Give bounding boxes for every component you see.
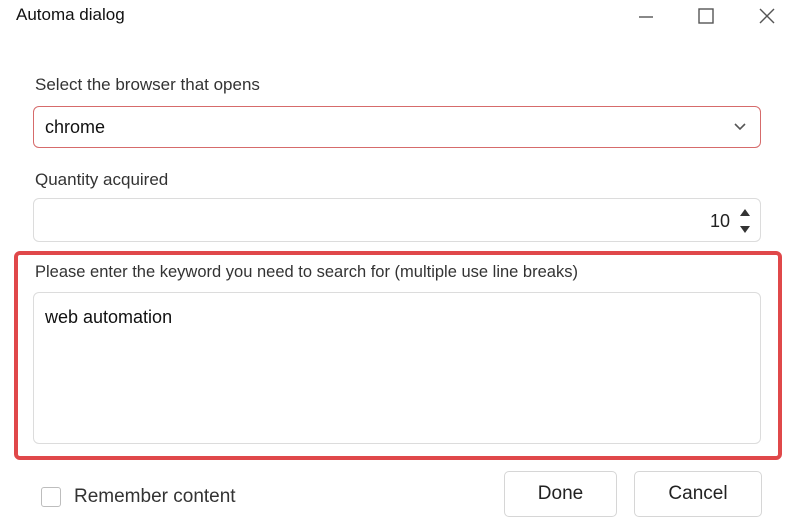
- remember-label[interactable]: Remember content: [74, 486, 236, 508]
- window-title: Automa dialog: [16, 5, 125, 24]
- cancel-button[interactable]: Cancel: [634, 471, 762, 517]
- close-button[interactable]: [752, 4, 782, 28]
- close-icon: [759, 8, 775, 24]
- browser-select[interactable]: chrome: [33, 106, 761, 148]
- maximize-button[interactable]: [691, 4, 721, 28]
- chevron-down-icon: [734, 123, 746, 131]
- automa-dialog-window: Automa dialog Select the browser that op…: [0, 0, 800, 521]
- maximize-icon: [698, 8, 714, 24]
- browser-select-label: Select the browser that opens: [35, 75, 260, 94]
- spinner-arrows-icon[interactable]: [739, 206, 751, 236]
- browser-select-value: chrome: [45, 117, 106, 137]
- title-bar: Automa dialog: [0, 0, 800, 34]
- done-button[interactable]: Done: [504, 471, 617, 517]
- keyword-value: web automation: [45, 307, 173, 327]
- keyword-label: Please enter the keyword you need to sea…: [35, 263, 578, 281]
- keyword-textarea[interactable]: web automation: [33, 292, 761, 444]
- quantity-value: 10: [709, 211, 730, 231]
- minimize-icon: [639, 16, 653, 18]
- quantity-input[interactable]: 10: [33, 198, 761, 242]
- quantity-label: Quantity acquired: [35, 170, 169, 189]
- remember-checkbox[interactable]: [41, 487, 61, 507]
- minimize-button[interactable]: [631, 4, 661, 28]
